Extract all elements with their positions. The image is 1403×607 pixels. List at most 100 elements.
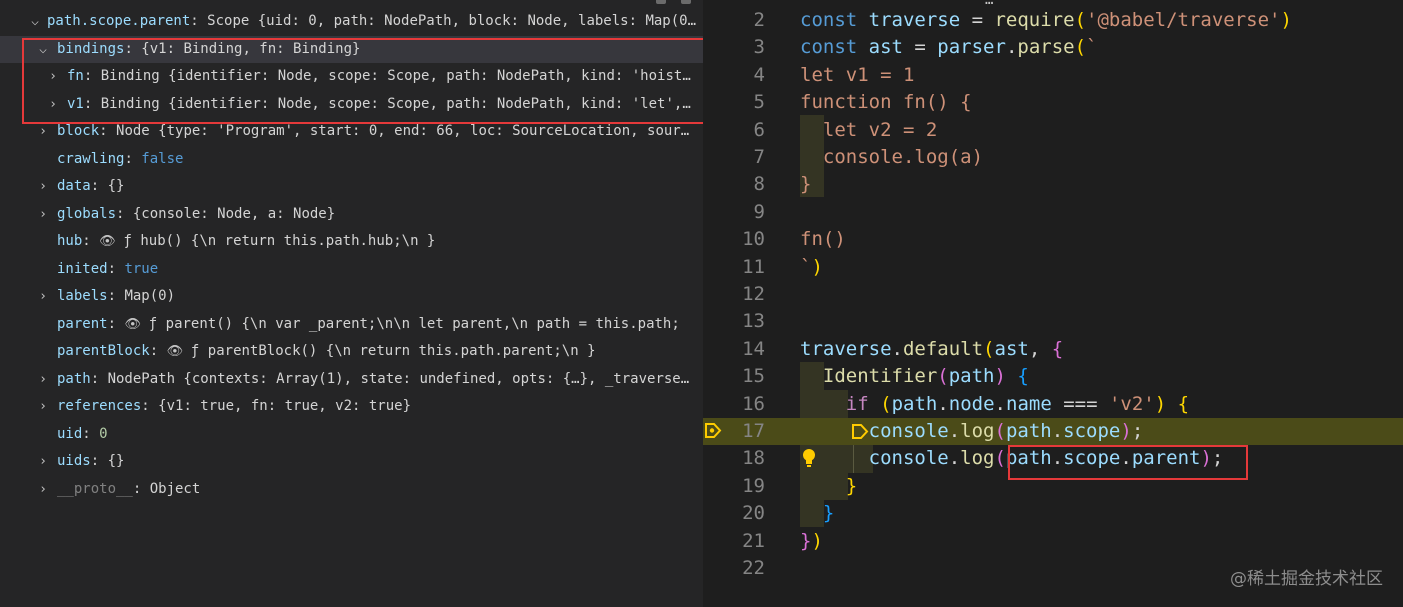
code-text[interactable]: let v1 = 1 xyxy=(800,62,914,89)
code-token: if xyxy=(845,392,869,415)
eye-icon[interactable]: 👁 xyxy=(167,344,191,359)
code-line-6[interactable]: 6 let v2 = 2 xyxy=(703,117,1403,144)
code-text[interactable]: } xyxy=(800,171,811,198)
code-text[interactable]: fn() xyxy=(800,226,846,253)
tree-row-proto[interactable]: › __proto__: Object xyxy=(0,476,703,503)
code-line-14[interactable]: 14 traverse.default(ast, { xyxy=(703,336,1403,363)
panel-scroll-button[interactable] xyxy=(656,0,666,4)
code-text[interactable]: function fn() { xyxy=(800,89,972,116)
line-number[interactable]: 19 xyxy=(703,473,765,500)
line-number[interactable]: 2 xyxy=(703,7,765,34)
line-number[interactable]: 8 xyxy=(703,171,765,198)
tree-row-labels[interactable]: › labels: Map(0) xyxy=(0,283,703,310)
property-value: Map(0) xyxy=(124,288,176,304)
chevron-right-icon[interactable]: › xyxy=(36,201,50,228)
chevron-right-icon[interactable]: › xyxy=(36,448,50,475)
line-number[interactable]: 22 xyxy=(703,555,765,582)
chevron-right-icon[interactable]: › xyxy=(36,283,50,310)
line-number[interactable]: 9 xyxy=(703,199,765,226)
chevron-right-icon[interactable]: › xyxy=(36,173,50,200)
tree-row-uid[interactable]: uid: 0 xyxy=(0,421,703,448)
code-text[interactable]: traverse.default(ast, { xyxy=(800,336,1063,363)
lightbulb-icon[interactable] xyxy=(798,447,820,469)
chevron-right-icon[interactable]: › xyxy=(36,393,50,420)
chevron-down-icon[interactable]: ⌵ xyxy=(28,8,42,35)
code-text[interactable]: const ast = parser.parse(` xyxy=(800,34,1098,61)
line-number[interactable]: 10 xyxy=(703,226,765,253)
code-line-9[interactable]: 9 xyxy=(703,199,1403,226)
code-line-3[interactable]: 3 const ast = parser.parse(` xyxy=(703,34,1403,61)
code-line-4[interactable]: 4 let v1 = 1 xyxy=(703,62,1403,89)
code-text[interactable]: } xyxy=(800,500,834,527)
tree-row-parentblock[interactable]: parentBlock: 👁 ƒ parentBlock() {\n retur… xyxy=(0,338,703,365)
tree-row-inited[interactable]: inited: true xyxy=(0,256,703,283)
code-line-21[interactable]: 21}) xyxy=(703,528,1403,555)
tree-row-globals[interactable]: › globals: {console: Node, a: Node} xyxy=(0,201,703,228)
code-line-15[interactable]: 15 Identifier(path) { xyxy=(703,363,1403,390)
code-line-11[interactable]: 11 `) xyxy=(703,254,1403,281)
line-number[interactable]: 5 xyxy=(703,89,765,116)
line-number[interactable]: 12 xyxy=(703,281,765,308)
line-number[interactable]: 3 xyxy=(703,34,765,61)
line-number[interactable]: 16 xyxy=(703,391,765,418)
code-token: ) xyxy=(1154,392,1167,415)
line-number[interactable]: 21 xyxy=(703,528,765,555)
eye-icon[interactable]: 👁 xyxy=(99,234,123,249)
code-line-7[interactable]: 7 console.log(a) xyxy=(703,144,1403,171)
line-number[interactable]: 7 xyxy=(703,144,765,171)
tree-row-uids[interactable]: › uids: {} xyxy=(0,448,703,475)
line-number[interactable]: 14 xyxy=(703,336,765,363)
line-number[interactable]: 6 xyxy=(703,117,765,144)
code-text[interactable]: console.log(a) xyxy=(800,144,983,171)
code-text[interactable]: if (path.node.name === 'v2') { xyxy=(800,391,1189,418)
code-token: = xyxy=(960,9,995,31)
eye-icon[interactable]: 👁 xyxy=(124,317,148,332)
code-line-16[interactable]: 16 if (path.node.name === 'v2') { xyxy=(703,391,1403,418)
property-key: inited xyxy=(57,260,108,277)
line-number[interactable]: 18 xyxy=(703,445,765,472)
property-key: hub xyxy=(57,233,83,249)
code-line-13[interactable]: 13 xyxy=(703,308,1403,335)
code-line-2[interactable]: 2 const traverse = require('@babel/traver… xyxy=(703,7,1403,34)
tree-row-data[interactable]: › data: {} xyxy=(0,173,703,200)
code-text[interactable]: let v2 = 2 xyxy=(800,117,937,144)
code-token: ` xyxy=(1086,36,1098,59)
line-number[interactable]: 4 xyxy=(703,62,765,89)
code-line-5[interactable]: 5 function fn() { xyxy=(703,89,1403,116)
code-line-12[interactable]: 12 xyxy=(703,281,1403,308)
code-line-17[interactable]: 17 console.log(path.scope); xyxy=(703,418,1403,446)
code-token: { xyxy=(1017,365,1029,388)
tree-row-path[interactable]: › path: NodePath {contexts: Array(1), sta… xyxy=(0,366,703,393)
chevron-right-icon[interactable]: › xyxy=(36,476,50,503)
line-number[interactable]: 20 xyxy=(703,500,765,527)
tree-row-references[interactable]: › references: {v1: true, fn: true, v2: tr… xyxy=(0,393,703,420)
code-text[interactable]: const traverse = require('@babel/travers… xyxy=(800,7,1292,34)
breakpoint-paused-icon[interactable] xyxy=(705,423,722,438)
code-line-20[interactable]: 20 } xyxy=(703,500,1403,527)
code-line-8[interactable]: 8} xyxy=(703,171,1403,198)
code-text[interactable]: Identifier(path) { xyxy=(800,363,1029,390)
code-text[interactable]: } xyxy=(800,473,857,500)
panel-scroll-button[interactable] xyxy=(681,0,691,4)
line-number[interactable]: 13 xyxy=(703,308,765,335)
code-token: ` xyxy=(800,255,812,278)
code-token: name xyxy=(1006,392,1052,415)
parent-highlight-box xyxy=(1008,445,1248,480)
tree-row-crawling[interactable]: crawling: false xyxy=(0,146,703,173)
tree-row-hub[interactable]: hub: 👁 ƒ hub() {\n return this.path.hub;… xyxy=(0,228,703,255)
tree-row-parent[interactable]: parent: 👁 ƒ parent() {\n var _parent;\n\… xyxy=(0,311,703,338)
tree-row-text: hub: 👁 ƒ hub() {\n return this.path.hub;… xyxy=(57,233,436,249)
line-number[interactable]: 15 xyxy=(703,363,765,390)
inline-breakpoint-icon[interactable] xyxy=(852,424,869,439)
tree-row-text: inited: true xyxy=(57,260,159,277)
code-text[interactable]: }) xyxy=(800,528,823,555)
code-token: . xyxy=(891,337,903,360)
property-key: parentBlock xyxy=(57,343,150,359)
code-line-10[interactable]: 10 fn() xyxy=(703,226,1403,253)
tree-row-path-scope-parent[interactable]: ⌵ path.scope.parent: Scope {uid: 0, path:… xyxy=(0,8,703,35)
chevron-right-icon[interactable]: › xyxy=(36,366,50,393)
code-text[interactable]: `) xyxy=(800,254,823,281)
line-number[interactable]: 11 xyxy=(703,254,765,281)
